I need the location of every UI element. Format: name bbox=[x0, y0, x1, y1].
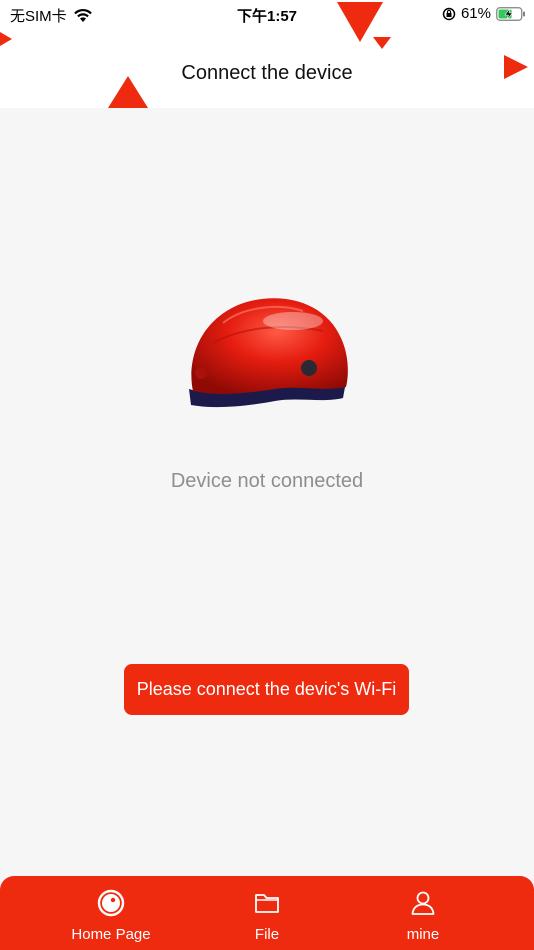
tab-file[interactable]: File bbox=[178, 876, 356, 950]
battery-percent: 61% bbox=[460, 5, 491, 22]
decoration-triangle-up bbox=[108, 76, 148, 108]
battery-charging-icon bbox=[496, 6, 525, 21]
status-bar: 无SIM卡 下午1:57 61% bbox=[0, 0, 534, 28]
decoration-triangle-right-medium bbox=[504, 55, 528, 79]
decoration-triangle-right-small bbox=[0, 32, 12, 46]
page-title: Connect the device bbox=[181, 62, 353, 84]
person-icon bbox=[411, 891, 435, 915]
tab-file-label: File bbox=[254, 926, 280, 943]
device-image-helmet bbox=[183, 293, 353, 413]
tab-bar: Home Page File mine bbox=[0, 876, 534, 950]
home-target-icon bbox=[97, 889, 125, 917]
decoration-triangle-down-small bbox=[373, 37, 391, 49]
tab-home-page-label: Home Page bbox=[71, 926, 151, 943]
tab-mine-label: mine bbox=[406, 926, 440, 943]
tab-home-page[interactable]: Home Page bbox=[22, 876, 200, 950]
tab-mine[interactable]: mine bbox=[334, 876, 512, 950]
nav-bar: Connect the device bbox=[0, 28, 534, 108]
connect-wifi-button[interactable]: Please connect the devic's Wi-Fi bbox=[124, 664, 409, 715]
rotation-lock-icon bbox=[442, 7, 456, 20]
connection-status-text: Device not connected bbox=[170, 470, 364, 492]
status-right: 61% bbox=[442, 5, 526, 22]
folder-icon bbox=[255, 894, 279, 913]
